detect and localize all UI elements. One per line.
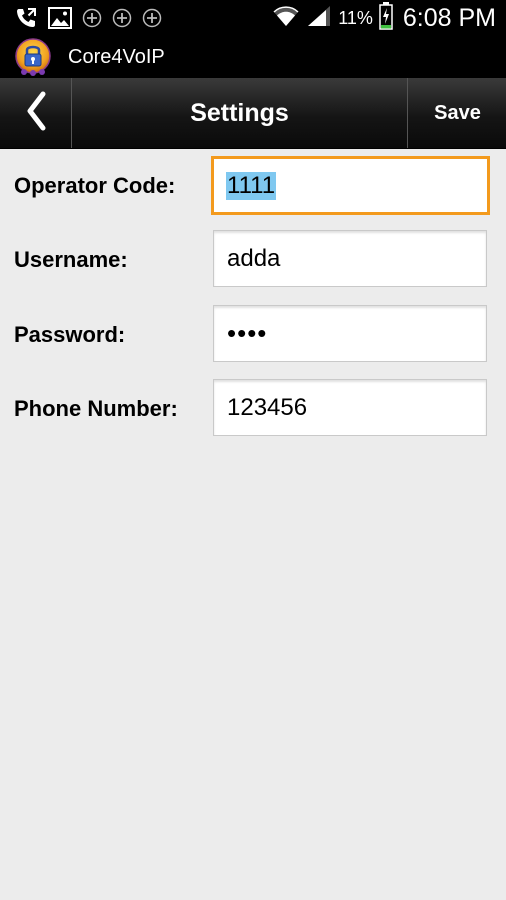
- phone-number-input[interactable]: 123456: [213, 379, 487, 436]
- system-icons: 11% 6:08 PM: [272, 0, 496, 36]
- image-icon: [48, 7, 72, 29]
- phone-number-value: 123456: [227, 393, 308, 421]
- phone-number-label: Phone Number:: [14, 396, 178, 421]
- password-row: Password: ••••: [0, 305, 506, 365]
- back-button[interactable]: [0, 78, 72, 148]
- action-bar: Settings Save: [0, 78, 506, 149]
- password-input[interactable]: ••••: [213, 305, 487, 362]
- notification-icons: [14, 4, 162, 32]
- battery-charging-icon: [379, 1, 393, 35]
- app-name: Core4VoIP: [68, 46, 165, 68]
- username-value: adda: [227, 244, 281, 272]
- lock-logo-icon: [14, 38, 52, 76]
- wifi-icon: [272, 4, 300, 33]
- status-bar: 11% 6:08 PM: [0, 0, 506, 36]
- phone-call-icon: [14, 6, 38, 30]
- battery-percent: 11%: [338, 7, 373, 28]
- operator-code-row: Operator Code: 1111: [0, 156, 506, 216]
- screen: 11% 6:08 PM Core4VoIP Settings Save Oper…: [0, 0, 506, 900]
- app-title-bar: Core4VoIP: [0, 36, 506, 78]
- username-input[interactable]: adda: [213, 230, 487, 287]
- add-circle-icon: [142, 8, 162, 28]
- signal-icon: [306, 4, 332, 33]
- operator-code-input[interactable]: 1111: [211, 156, 490, 215]
- phone-number-row: Phone Number: 123456: [0, 379, 506, 439]
- page-title: Settings: [190, 98, 289, 127]
- operator-code-value: 1111: [226, 171, 277, 200]
- add-circle-icon: [82, 8, 102, 28]
- clock: 6:08 PM: [402, 3, 496, 32]
- add-circle-icon: [112, 8, 132, 28]
- username-row: Username: adda: [0, 230, 506, 290]
- password-value: ••••: [227, 318, 268, 348]
- username-label: Username:: [14, 247, 128, 272]
- operator-code-label: Operator Code:: [14, 173, 176, 198]
- password-label: Password:: [14, 322, 126, 347]
- chevron-left-icon: [25, 91, 47, 136]
- save-button[interactable]: Save: [407, 78, 506, 148]
